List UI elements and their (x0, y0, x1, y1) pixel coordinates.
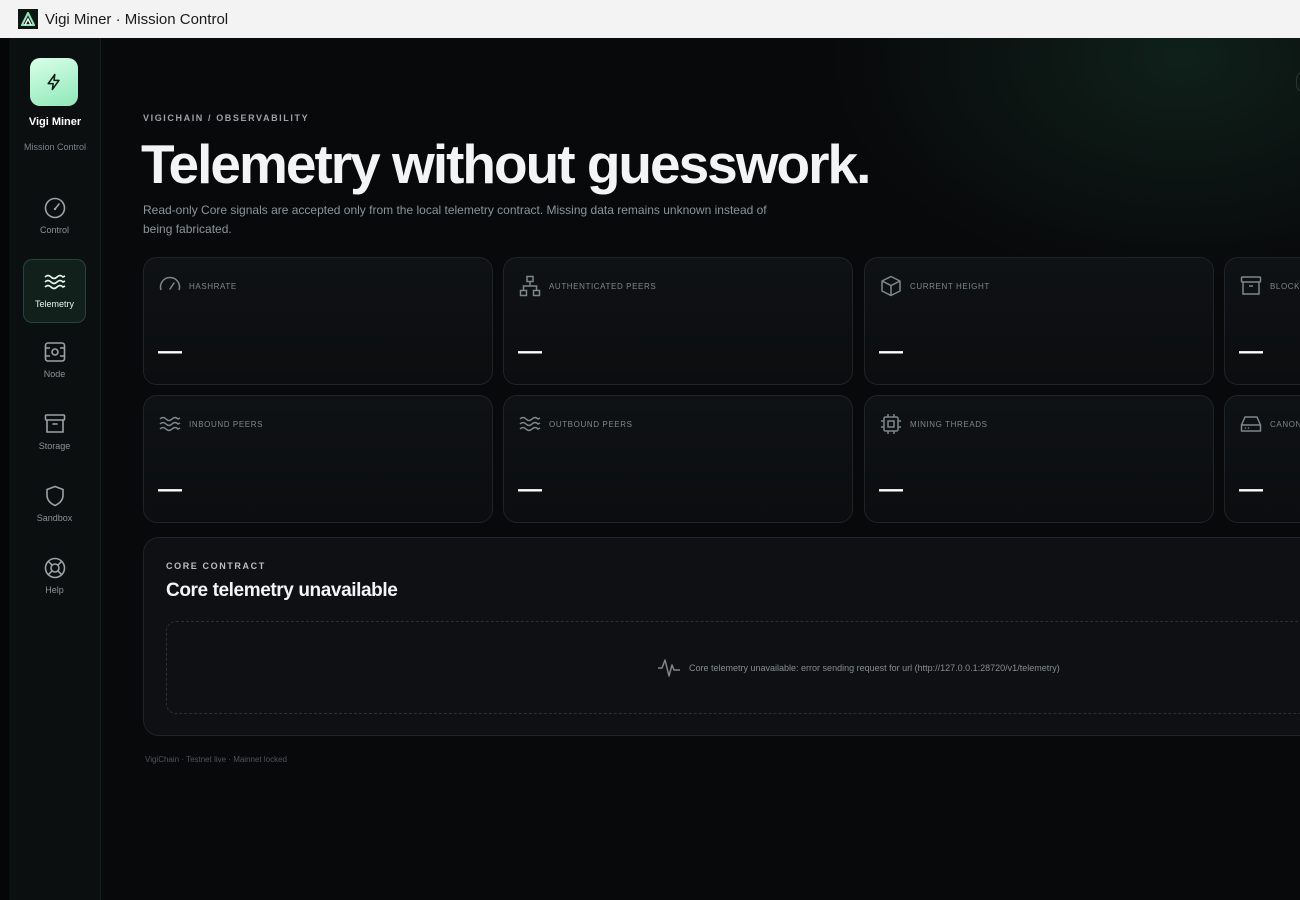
footer-status: VigiChain · Testnet live · Mainnet locke… (145, 755, 287, 764)
hard-drive-icon (1239, 412, 1263, 436)
metric-card-hashrate: HASHRATE — (143, 257, 493, 385)
waves-icon (158, 412, 182, 436)
window-edge (0, 38, 9, 900)
nav-label-help: Help (45, 585, 64, 595)
brand-name: Vigi Miner (28, 116, 82, 128)
core-title: Core telemetry unavailable (166, 580, 398, 601)
nav-label-sandbox: Sandbox (36, 513, 73, 523)
metric-card-inbound-peers: INBOUND PEERS — (143, 395, 493, 523)
metric-value: — (1239, 476, 1263, 503)
cpu-icon (879, 412, 903, 436)
nav-item-help[interactable]: Help (23, 546, 86, 610)
metric-card-outbound-peers: OUTBOUND PEERS — (503, 395, 853, 523)
title-bar: Vigi Miner · Mission Control (0, 0, 1300, 38)
gauge-icon (43, 196, 67, 220)
metric-label: AUTHENTICATED PEERS (549, 282, 657, 291)
nav-item-node[interactable]: Node (23, 330, 86, 394)
metric-value: — (518, 338, 542, 365)
corner-toggle-button[interactable] (1296, 72, 1300, 92)
metric-card-canon: CANON — (1224, 395, 1300, 523)
metric-label: CANON (1270, 420, 1300, 429)
shield-icon (43, 484, 67, 508)
main-content: VIGICHAIN / OBSERVABILITY Telemetry with… (101, 38, 1300, 900)
core-error-text: Core telemetry unavailable: error sendin… (689, 663, 1060, 673)
nav-label-node: Node (43, 369, 66, 379)
core-status-message: Core telemetry unavailable: error sendin… (657, 656, 1060, 680)
server-icon (43, 340, 67, 364)
core-status-box: Core telemetry unavailable: error sendin… (166, 621, 1300, 714)
nav-item-control[interactable]: Control (23, 186, 86, 250)
sidebar: Vigi Miner Mission Control Control Telem… (9, 38, 101, 900)
metric-card-mining-threads: MINING THREADS — (864, 395, 1214, 523)
metric-label: HASHRATE (189, 282, 237, 291)
metric-value: — (158, 338, 182, 365)
core-eyebrow: CORE CONTRACT (166, 561, 266, 571)
brand-subtitle: Mission Control (23, 142, 87, 152)
activity-pulse-icon (657, 656, 681, 680)
metric-value: — (1239, 338, 1263, 365)
metric-label: CURRENT HEIGHT (910, 282, 990, 291)
archive-icon (1239, 274, 1263, 298)
nav-item-telemetry[interactable]: Telemetry (23, 259, 86, 323)
waves-icon (43, 270, 67, 294)
nav-label-telemetry: Telemetry (34, 299, 74, 309)
lifebuoy-icon (43, 556, 67, 580)
nav-item-sandbox[interactable]: Sandbox (23, 474, 86, 538)
metric-value: — (158, 476, 182, 503)
metric-value: — (879, 338, 903, 365)
waves-icon (518, 412, 542, 436)
page-description: Read-only Core signals are accepted only… (143, 203, 767, 236)
nav-item-storage[interactable]: Storage (23, 402, 86, 466)
network-icon (518, 274, 542, 298)
metric-card-authenticated-peers: AUTHENTICATED PEERS — (503, 257, 853, 385)
metric-label: OUTBOUND PEERS (549, 420, 633, 429)
app-window: Vigi Miner Mission Control Control Telem… (0, 38, 1300, 900)
metric-card-blocks: BLOCKS — (1224, 257, 1300, 385)
metric-label: INBOUND PEERS (189, 420, 264, 429)
page-eyebrow: VIGICHAIN / OBSERVABILITY (143, 113, 310, 123)
page-title: Telemetry without guesswork. (141, 133, 871, 195)
nav-label-control: Control (39, 225, 69, 235)
cube-icon (879, 274, 903, 298)
archive-icon (43, 412, 67, 436)
core-contract-panel: CORE CONTRACT Core telemetry unavailable… (143, 537, 1300, 736)
app-logo-icon (18, 9, 38, 29)
nav-label-storage: Storage (38, 441, 71, 451)
gauge-icon (158, 274, 182, 298)
window-title: Vigi Miner · Mission Control (45, 10, 229, 28)
brand-bolt-icon[interactable] (30, 58, 78, 106)
metric-card-current-height: CURRENT HEIGHT — (864, 257, 1214, 385)
metric-value: — (518, 476, 542, 503)
metric-label: BLOCKS (1270, 282, 1300, 291)
metric-value: — (879, 476, 903, 503)
metric-label: MINING THREADS (910, 420, 988, 429)
